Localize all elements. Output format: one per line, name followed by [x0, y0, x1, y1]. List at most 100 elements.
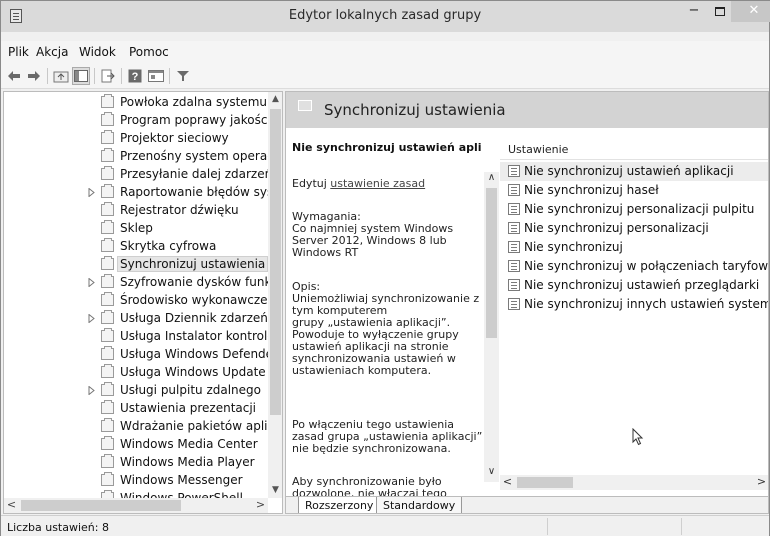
scroll-thumb[interactable] [517, 477, 573, 488]
tree-item-label: Przesyłanie dalej zdarzeń [120, 167, 273, 181]
expand-arrow-icon[interactable] [88, 386, 96, 395]
export-list-icon[interactable] [99, 67, 117, 85]
tree-item[interactable]: Windows Messenger [4, 472, 269, 490]
description-line: nie będzie synchronizowana. [292, 442, 451, 455]
close-button[interactable]: ✕ [731, 1, 770, 22]
tree-item[interactable]: Usługa Dziennik zdarzeń [4, 310, 269, 328]
scroll-right-arrow-icon[interactable]: > [754, 475, 768, 489]
tree-pane[interactable]: Powłoka zdalna systemu Wi Program poprawy… [3, 91, 283, 514]
description-scrollbar[interactable]: ∧ ∨ [484, 172, 499, 482]
menu-help[interactable]: Pomoc [129, 45, 169, 59]
description-line: dozwolone, nie włączaj tego [292, 487, 447, 496]
expand-arrow-icon[interactable] [88, 314, 96, 323]
setting-row[interactable]: Nie synchronizuj haseł [500, 181, 768, 200]
details-pane: Synchronizuj ustawienia Nie synchronizuj… [285, 91, 769, 514]
show-hide-tree-icon[interactable] [72, 67, 90, 85]
tree-item[interactable]: Rejestrator dźwięku [4, 202, 269, 220]
setting-label: Nie synchronizuj personalizacji pulpitu [524, 202, 755, 216]
tree-item-label: Sklep [120, 221, 153, 235]
tree-item[interactable]: Synchronizuj ustawienia [4, 256, 269, 274]
folder-icon [101, 454, 114, 468]
policy-setting-icon [508, 241, 520, 253]
scroll-left-arrow-icon[interactable]: < [4, 498, 19, 513]
setting-label: Nie synchronizuj innych ustawień systemu… [524, 297, 768, 311]
maximize-button[interactable] [706, 1, 734, 22]
tree-item[interactable]: Środowisko wykonawcze ap [4, 292, 282, 310]
tree-item[interactable]: Ustawienia prezentacji [4, 400, 269, 418]
tree-item[interactable]: Przesyłanie dalej zdarzeń [4, 166, 272, 184]
scroll-left-arrow-icon[interactable]: < [500, 475, 515, 489]
back-icon[interactable] [5, 67, 23, 85]
setting-label: Nie synchronizuj personalizacji [524, 221, 709, 235]
setting-row[interactable]: Nie synchronizuj ustawień przeglądarki [500, 276, 768, 295]
tab-extended[interactable]: Rozszerzony [298, 497, 381, 513]
tree-item-label: Usługa Windows Update [120, 365, 266, 379]
tree-item[interactable]: Skrytka cyfrowa [4, 238, 269, 256]
folder-icon [101, 202, 114, 216]
folder-icon [101, 130, 114, 144]
edit-policy-link[interactable]: ustawienie zasad [330, 177, 425, 190]
column-header-setting[interactable]: Ustawienie [500, 136, 768, 160]
status-divider [547, 518, 548, 535]
policy-setting-icon [508, 279, 520, 291]
tree-item-label: Przenośny system operacyjn [120, 149, 283, 163]
menu-view[interactable]: Widok [79, 45, 116, 59]
scroll-up-arrow-icon[interactable]: ∧ [484, 172, 499, 183]
minimize-button[interactable]: − [680, 1, 708, 22]
folder-icon [101, 292, 114, 306]
setting-row[interactable]: Nie synchronizuj ustawień aplikacji [500, 162, 768, 181]
tree-item[interactable]: Przenośny system operacyjn [4, 148, 282, 166]
folder-icon [101, 220, 114, 234]
tree-horizontal-scrollbar[interactable]: < > [4, 498, 268, 513]
policy-setting-icon [508, 222, 520, 234]
tree-item[interactable]: Windows Media Center [4, 436, 269, 454]
filter-icon[interactable] [174, 67, 192, 85]
folder-icon [101, 94, 114, 108]
setting-row[interactable]: Nie synchronizuj personalizacji pulpitu [500, 200, 768, 219]
help-icon[interactable]: ? [126, 67, 144, 85]
tree-item-label: Powłoka zdalna systemu Wi [120, 95, 283, 109]
tree-item[interactable]: Sklep [4, 220, 269, 238]
tree-item[interactable]: Usługa Instalator kontrolek [4, 328, 282, 346]
policy-setting-icon [508, 203, 520, 215]
tree-item[interactable]: Szyfrowanie dysków funkcja [4, 274, 282, 292]
svg-text:?: ? [132, 71, 139, 83]
tree-item[interactable]: Windows Media Player [4, 454, 269, 472]
expand-arrow-icon[interactable] [88, 188, 96, 197]
setting-row[interactable]: Nie synchronizuj innych ustawień systemu… [500, 295, 768, 314]
tree-item[interactable]: Usługi pulpitu zdalnego [4, 382, 269, 400]
menu-file[interactable]: Plik [8, 45, 29, 59]
maximize-icon [715, 7, 725, 16]
scroll-down-arrow-icon[interactable]: ▼ [268, 483, 282, 498]
scroll-up-arrow-icon[interactable]: ▲ [268, 92, 282, 107]
status-bar: Liczba ustawień: 8 [1, 515, 769, 536]
scroll-down-arrow-icon[interactable]: ∨ [484, 466, 499, 477]
setting-row[interactable]: Nie synchronizuj [500, 238, 768, 257]
tree-item[interactable]: Projektor sieciowy [4, 130, 269, 148]
setting-row[interactable]: Nie synchronizuj personalizacji [500, 219, 768, 238]
tree-item[interactable]: Program poprawy jakości o [4, 112, 282, 130]
folder-icon [101, 184, 114, 198]
folder-icon [101, 400, 114, 414]
expand-arrow-icon[interactable] [88, 278, 96, 287]
tree-item[interactable]: Usługa Windows Update [4, 364, 269, 382]
mouse-cursor-icon [632, 428, 644, 446]
tab-standard[interactable]: Standardowy [376, 497, 463, 513]
tree-vertical-scrollbar[interactable]: ▲ ▼ [268, 92, 282, 498]
policy-setting-icon [508, 165, 520, 177]
setting-row[interactable]: Nie synchronizuj w połączeniach taryfowy… [500, 257, 768, 276]
menu-action[interactable]: Akcja [36, 45, 68, 59]
forward-icon[interactable] [25, 67, 43, 85]
scroll-right-arrow-icon[interactable]: > [253, 498, 268, 513]
properties-icon[interactable] [147, 67, 165, 85]
tree-item[interactable]: Usługa Windows Defender [4, 346, 278, 364]
scroll-thumb[interactable] [486, 188, 497, 338]
scroll-thumb[interactable] [270, 109, 281, 415]
folder-icon [101, 112, 114, 126]
tree-item[interactable]: Powłoka zdalna systemu Wi [4, 94, 282, 112]
up-folder-icon[interactable] [52, 67, 70, 85]
list-horizontal-scrollbar[interactable]: < > [500, 475, 768, 490]
tree-item[interactable]: Wdrażanie pakietów aplikac [4, 418, 282, 436]
tree-item[interactable]: Raportowanie błędów syste [4, 184, 282, 202]
scroll-thumb[interactable] [21, 500, 181, 511]
